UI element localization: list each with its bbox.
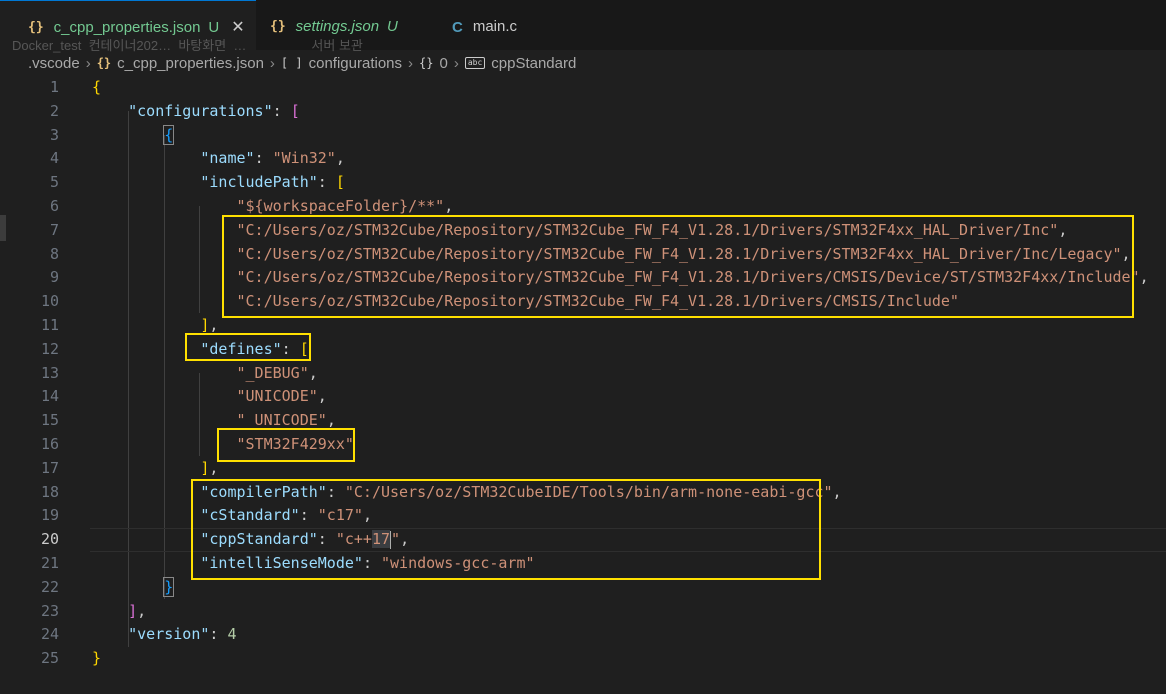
- tab-label: settings.json: [295, 18, 380, 35]
- chevron-right-icon: ›: [85, 54, 91, 72]
- tab-bar: {} c_cpp_properties.json U ✕ {} settings…: [0, 0, 1166, 53]
- code-line: 25}: [40, 649, 102, 668]
- highlight-box-stm32-define: [217, 428, 355, 462]
- breadcrumb-array[interactable]: configurations: [309, 55, 402, 72]
- json-file-icon: {}: [270, 19, 286, 34]
- untracked-badge: U: [208, 19, 220, 36]
- code-line: 3 {: [49, 124, 175, 145]
- breadcrumb-folder[interactable]: .vscode: [28, 55, 80, 72]
- highlight-box-include-paths: [222, 215, 1134, 318]
- code-line: 4 "name": "Win32",: [49, 149, 345, 168]
- untracked-badge: U: [387, 18, 398, 35]
- chevron-right-icon: ›: [408, 54, 414, 72]
- code-editor[interactable]: 1{ 2 "configurations": [ 3 { 4 "name": "…: [0, 76, 1166, 694]
- chevron-right-icon: ›: [453, 54, 459, 72]
- highlight-box-compiler-settings: [191, 479, 821, 580]
- array-icon: [ ]: [280, 56, 303, 70]
- c-file-icon: C: [452, 19, 463, 36]
- tab-label: c_cpp_properties.json: [53, 19, 201, 36]
- chevron-right-icon: ›: [269, 54, 275, 72]
- string-property-icon: abc: [464, 57, 486, 69]
- code-line: 23 ],: [40, 601, 147, 620]
- breadcrumb-object[interactable]: 0: [439, 55, 447, 72]
- breadcrumb: .vscode › {} c_cpp_properties.json › [ ]…: [0, 52, 1166, 74]
- code-line: 2 "configurations": [: [49, 101, 300, 120]
- breadcrumb-property[interactable]: cppStandard: [491, 55, 576, 72]
- breadcrumb-file[interactable]: c_cpp_properties.json: [117, 55, 264, 72]
- code-line: 15 "_UNICODE",: [40, 411, 336, 430]
- json-file-icon: {}: [96, 56, 112, 70]
- code-line: 16 "STM32F429xx": [40, 435, 354, 453]
- highlight-box-defines: [185, 333, 311, 361]
- code-line: 12 "defines": [: [40, 339, 309, 358]
- code-line: 5 "includePath": [: [49, 173, 345, 192]
- json-file-icon: {}: [28, 20, 44, 35]
- code-line: 1{: [49, 78, 102, 96]
- code-line: 14 "UNICODE",: [40, 387, 327, 406]
- tab-label: main.c: [472, 18, 518, 35]
- close-icon[interactable]: ✕: [231, 17, 244, 37]
- tab-main-c[interactable]: C main.c: [432, 0, 542, 50]
- object-icon: {}: [419, 56, 434, 70]
- code-line: 17 ],: [40, 458, 219, 477]
- code-line: 24 "version": 4: [40, 625, 237, 644]
- code-line: 13 "_DEBUG",: [40, 363, 318, 382]
